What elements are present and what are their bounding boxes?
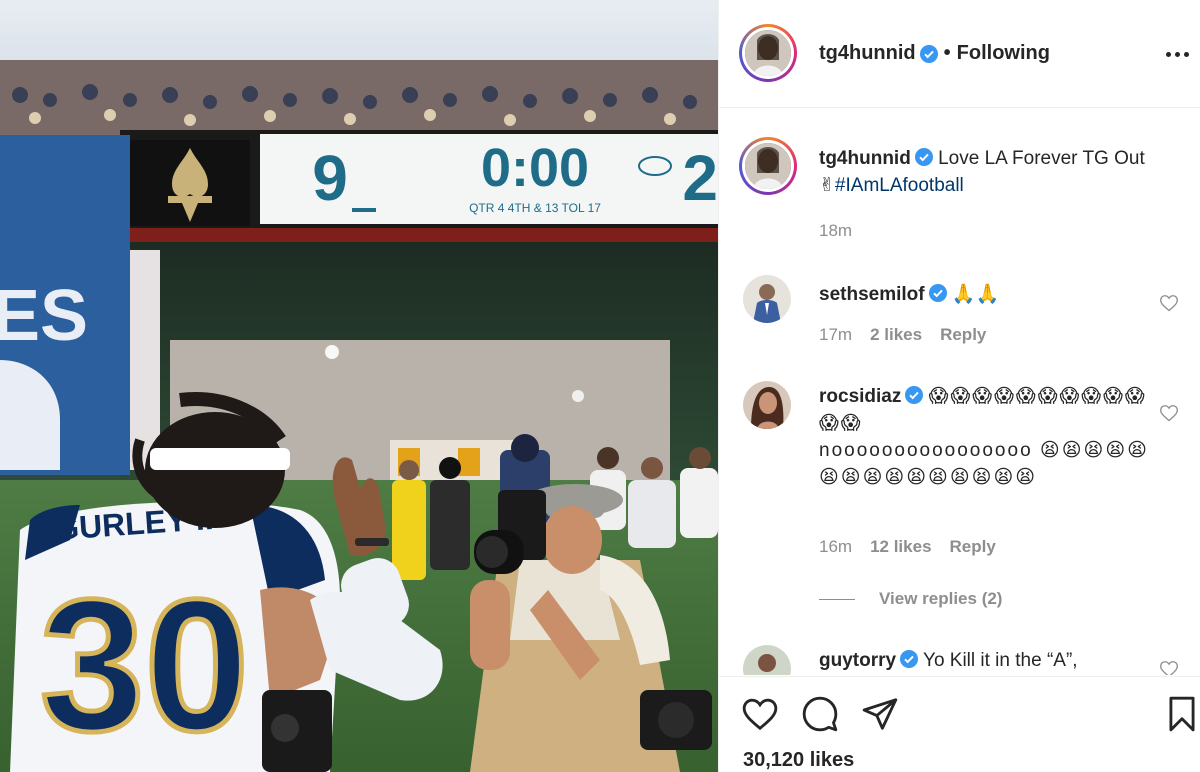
post-photo: 9 0:00 QTR 4 4TH & 13 TOL 17 2 ES GURLEY… xyxy=(0,0,718,772)
comment-meta: 16m 12 likes Reply xyxy=(819,537,996,557)
likes-count[interactable]: 30,120 likes xyxy=(743,749,854,772)
header-author-line: tg4hunnid • Following xyxy=(819,42,1050,65)
following-button[interactable]: Following xyxy=(957,42,1050,65)
comment-body: Yo Kill it in the “A”, xyxy=(923,650,1078,671)
author-username[interactable]: tg4hunnid xyxy=(819,42,916,65)
scoreboard-detail: QTR 4 4TH & 13 TOL 17 xyxy=(469,201,601,215)
post-panel: tg4hunnid • Following tg4hunnid Love LA … xyxy=(718,0,1200,772)
reply-button[interactable]: Reply xyxy=(940,325,986,345)
verified-badge-icon xyxy=(900,650,919,668)
comment-text: sethsemilof 🙏🙏 xyxy=(819,281,1149,308)
header-separator: • xyxy=(943,42,951,64)
scoreboard-clock: 0:00 xyxy=(481,138,589,198)
paper-plane-icon[interactable] xyxy=(861,695,899,733)
verified-badge-icon xyxy=(928,284,947,302)
verified-badge-icon xyxy=(905,386,924,404)
author-avatar[interactable] xyxy=(739,24,797,82)
caption-hashtag[interactable]: #IAmLAfootball xyxy=(835,175,964,196)
commenter-avatar[interactable] xyxy=(743,275,791,323)
more-options-icon[interactable] xyxy=(1163,44,1191,64)
comment-item: guytorry Yo Kill it in the “A”, xyxy=(719,645,1200,675)
comment-username[interactable]: rocsidiaz xyxy=(819,386,901,407)
caption-meta: 18m xyxy=(819,221,852,241)
post-header: tg4hunnid • Following xyxy=(719,0,1200,108)
caption-username[interactable]: tg4hunnid xyxy=(819,148,911,169)
comment-body: 🙏🙏 xyxy=(951,284,1000,305)
comment-time[interactable]: 16m xyxy=(819,537,852,557)
scoreboard-home: 9 xyxy=(312,142,348,214)
comment-username[interactable]: guytorry xyxy=(819,650,896,671)
action-bar: 30,120 likes xyxy=(719,676,1200,772)
peace-hand-icon: ✌ xyxy=(819,175,835,196)
commenter-avatar[interactable] xyxy=(743,381,791,429)
view-replies-button[interactable]: View replies (2) xyxy=(819,589,1002,609)
heart-icon[interactable] xyxy=(1159,293,1179,313)
comments-section[interactable]: tg4hunnid Love LA Forever TG Out ✌#IAmLA… xyxy=(719,109,1200,675)
comment-text: guytorry Yo Kill it in the “A”, xyxy=(819,647,1149,674)
caption-avatar[interactable] xyxy=(739,137,797,195)
jersey-number: 30 xyxy=(40,560,249,770)
comment-bubble-icon[interactable] xyxy=(801,695,839,733)
view-replies-label: View replies (2) xyxy=(879,589,1003,608)
comment-likes[interactable]: 2 likes xyxy=(870,325,922,345)
caption-time[interactable]: 18m xyxy=(819,221,852,241)
author-avatar-image xyxy=(745,30,791,76)
scoreboard-away: 2 xyxy=(682,142,718,214)
heart-icon[interactable] xyxy=(1159,403,1179,423)
photo-scene: 9 0:00 QTR 4 4TH & 13 TOL 17 2 ES GURLEY… xyxy=(0,0,718,772)
commenter-avatar[interactable] xyxy=(743,645,791,675)
comment-likes[interactable]: 12 likes xyxy=(870,537,931,557)
commenter-avatar-image xyxy=(743,381,791,429)
heart-icon[interactable] xyxy=(1159,659,1179,675)
verified-badge-icon xyxy=(914,148,933,166)
verified-badge-icon xyxy=(919,44,938,63)
banner-text: ES xyxy=(0,276,88,356)
comment-time[interactable]: 17m xyxy=(819,325,852,345)
comment-meta: 17m 2 likes Reply xyxy=(819,325,986,345)
caption-text: tg4hunnid Love LA Forever TG Out ✌#IAmLA… xyxy=(819,145,1149,199)
comment-username[interactable]: sethsemilof xyxy=(819,284,925,305)
commenter-avatar-image xyxy=(743,645,791,675)
bookmark-icon[interactable] xyxy=(1163,695,1200,733)
comment-text: rocsidiaz 😱😱😱😱😱😱😱😱😱😱😱😱 noooooooooooooooo… xyxy=(819,383,1149,491)
heart-icon[interactable] xyxy=(741,695,779,733)
caption-avatar-image xyxy=(745,143,791,189)
comment-body-line2: noooooooooooooooo 😫😫😫😫😫😫😫😫😫😫😫😫😫😫😫 xyxy=(819,440,1149,488)
caption: tg4hunnid Love LA Forever TG Out ✌#IAmLA… xyxy=(719,137,1200,267)
comment-item: sethsemilof 🙏🙏 17m 2 likes Reply xyxy=(719,275,1200,355)
caption-body: Love LA Forever TG Out xyxy=(938,148,1145,169)
comment-item: rocsidiaz 😱😱😱😱😱😱😱😱😱😱😱😱 noooooooooooooooo… xyxy=(719,381,1200,581)
replies-divider xyxy=(819,598,855,600)
reply-button[interactable]: Reply xyxy=(950,537,996,557)
commenter-avatar-image xyxy=(743,275,791,323)
